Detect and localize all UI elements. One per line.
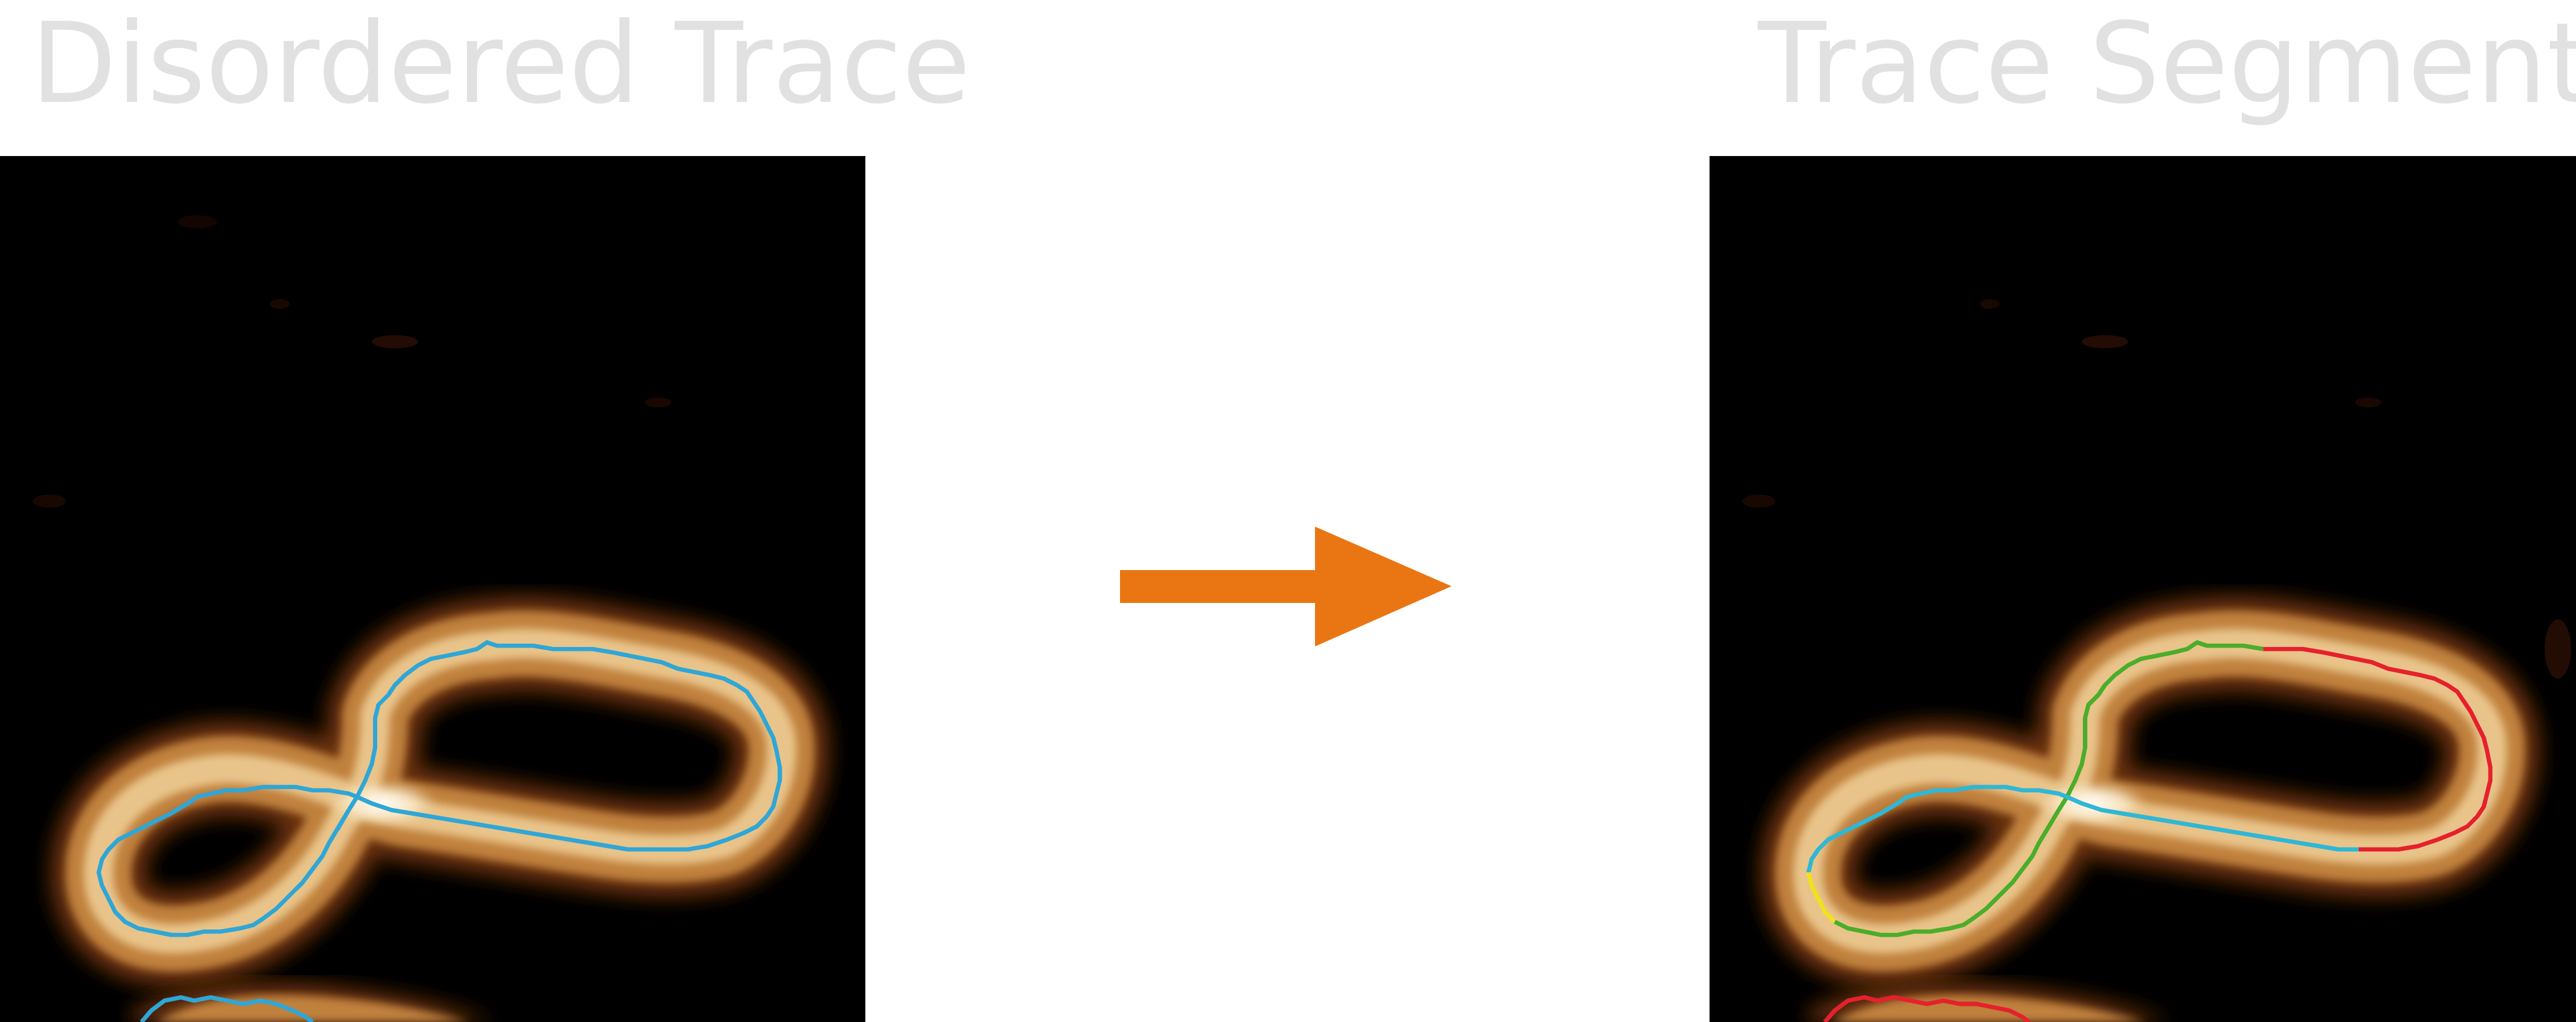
afm-image-trace-segments xyxy=(1710,156,2576,1022)
arrow-shape xyxy=(1120,527,1452,646)
afm-image-svg xyxy=(0,156,865,1022)
right-arrow-icon xyxy=(1120,527,1452,646)
panel-title-disordered-trace: Disordered Trace xyxy=(31,0,971,129)
afm-image-disordered-trace xyxy=(0,156,865,1022)
afm-image-svg xyxy=(1710,156,2576,1022)
panel-title-trace-segments: Trace Segments xyxy=(1758,0,2576,129)
